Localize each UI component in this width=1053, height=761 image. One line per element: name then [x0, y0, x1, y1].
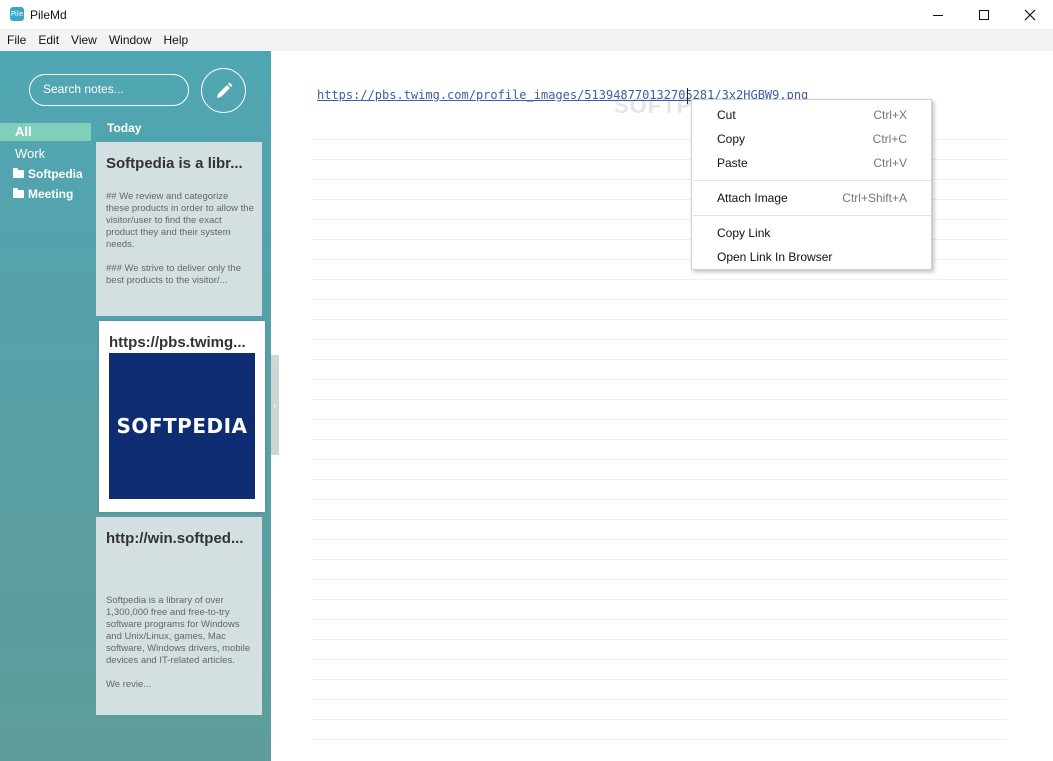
minimize-button[interactable]: [915, 0, 961, 30]
window-title: PileMd: [30, 8, 67, 22]
ctx-shortcut: Ctrl+Shift+A: [842, 191, 907, 205]
note-title: http://win.softped...: [106, 530, 244, 547]
ctx-paste[interactable]: Paste Ctrl+V: [692, 151, 931, 175]
menu-help[interactable]: Help: [158, 30, 195, 51]
search-input[interactable]: Search notes...: [29, 74, 189, 106]
folder-label: Meeting: [28, 187, 74, 201]
maximize-button[interactable]: [961, 0, 1007, 30]
title-bar: Pile PileMd: [0, 0, 1053, 30]
date-section-label: Today: [107, 121, 142, 135]
note-title: https://pbs.twimg...: [109, 334, 246, 351]
ctx-cut[interactable]: Cut Ctrl+X: [692, 103, 931, 127]
ctx-copy-link[interactable]: Copy Link: [692, 221, 931, 245]
ctx-label: Attach Image: [717, 191, 788, 205]
ctx-open-link-in-browser[interactable]: Open Link In Browser: [692, 245, 931, 269]
close-icon: [1024, 9, 1036, 21]
maximize-icon: [979, 10, 989, 20]
note-title: Softpedia is a libr...: [106, 155, 243, 172]
menu-bar: File Edit View Window Help: [0, 30, 1053, 51]
menu-edit[interactable]: Edit: [32, 30, 65, 51]
pencil-icon: [216, 82, 232, 98]
minimize-icon: [933, 14, 943, 16]
note-card-selected[interactable]: https://pbs.twimg... SOFTPEDIA: [99, 321, 265, 512]
note-thumbnail: SOFTPEDIA: [109, 353, 255, 499]
nav-folder-meeting[interactable]: Meeting: [0, 184, 92, 204]
menu-file[interactable]: File: [0, 30, 32, 51]
ctx-attach-image[interactable]: Attach Image Ctrl+Shift+A: [692, 186, 931, 210]
sidebar: Search notes... All Work Softpedia Meeti…: [0, 51, 271, 761]
ctx-shortcut: Ctrl+X: [873, 108, 907, 122]
note-excerpt: Softpedia is a library of over 1,300,000…: [106, 595, 251, 690]
close-button[interactable]: [1007, 0, 1053, 30]
ctx-copy[interactable]: Copy Ctrl+C: [692, 127, 931, 151]
category-nav: All Work Softpedia Meeting: [0, 123, 92, 204]
folder-icon: [13, 188, 24, 198]
collapse-sidebar-handle[interactable]: ‹: [271, 355, 279, 455]
note-card[interactable]: Softpedia is a libr... ## We review and …: [96, 142, 262, 316]
text-cursor: [687, 88, 688, 104]
new-note-button[interactable]: [201, 68, 246, 113]
menu-view[interactable]: View: [65, 30, 103, 51]
ctx-separator: [693, 215, 931, 216]
nav-folder-softpedia[interactable]: Softpedia: [0, 164, 92, 184]
ctx-label: Copy: [717, 132, 746, 146]
ctx-separator: [693, 180, 931, 181]
ctx-label: Paste: [717, 156, 748, 170]
thumbnail-logo-text: SOFTPEDIA: [116, 414, 248, 438]
ctx-label: Cut: [717, 108, 736, 122]
context-menu: Cut Ctrl+X Copy Ctrl+C Paste Ctrl+V Atta…: [691, 99, 932, 270]
folder-icon: [13, 168, 24, 178]
nav-work[interactable]: Work: [0, 144, 92, 164]
chevron-left-icon: ‹: [273, 400, 277, 410]
ctx-label: Copy Link: [717, 226, 771, 240]
ctx-shortcut: Ctrl+V: [873, 156, 907, 170]
note-card[interactable]: http://win.softped... Softpedia is a lib…: [96, 517, 262, 715]
note-excerpt: ## We review and categorize these produc…: [106, 191, 254, 286]
nav-all[interactable]: All: [0, 123, 91, 141]
editor-pane[interactable]: SOFTPEDIA https://pbs.twimg.com/profile_…: [279, 51, 1053, 761]
ctx-shortcut: Ctrl+C: [872, 132, 907, 146]
app-icon: Pile: [10, 7, 24, 21]
ctx-label: Open Link In Browser: [717, 250, 833, 264]
folder-label: Softpedia: [28, 167, 83, 181]
menu-window[interactable]: Window: [103, 30, 158, 51]
